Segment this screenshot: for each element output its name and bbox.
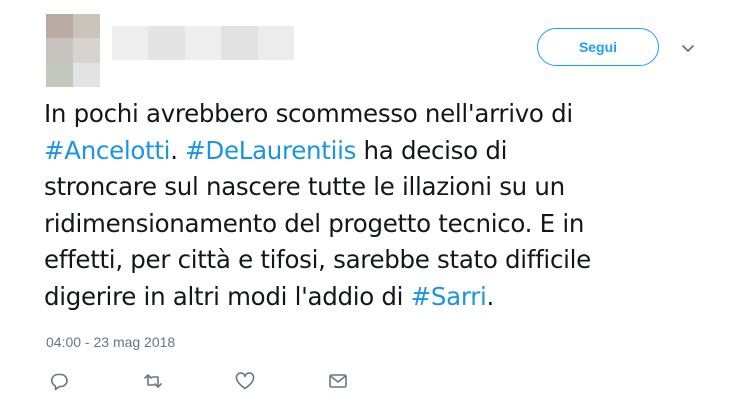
tweet-text: In pochi avrebbero scommesso nell'arrivo…	[44, 96, 714, 315]
heart-icon[interactable]	[234, 370, 256, 392]
tweet-text-segment: ha deciso di	[356, 135, 508, 165]
chevron-down-icon[interactable]	[680, 40, 696, 52]
hashtag-sarri[interactable]: #Sarri	[411, 282, 487, 311]
tweet-timestamp[interactable]: 04:00 - 23 mag 2018	[46, 334, 175, 350]
retweet-icon[interactable]	[142, 370, 164, 392]
envelope-icon[interactable]	[327, 370, 349, 392]
tweet-line: effetti, per città e tifosi, sarebbe sta…	[44, 245, 591, 274]
reply-icon[interactable]	[48, 370, 70, 392]
tweet-line: digerire in altri modi l'addio di #Sarri…	[44, 279, 714, 316]
tweet-text-segment: .	[486, 281, 495, 311]
tweet-line: #Ancelotti. #DeLaurentiis ha deciso di	[44, 133, 714, 170]
tweet-line: In pochi avrebbero scommesso nell'arrivo…	[44, 99, 573, 128]
tweet-text-segment: digerire in altri modi l'addio di	[44, 281, 411, 311]
tweet-text-segment: .	[170, 135, 186, 165]
tweet-line: ridimensionamento del progetto tecnico. …	[44, 208, 585, 238]
tweet-line: stroncare sul nascere tutte le illazioni…	[44, 172, 565, 201]
follow-button[interactable]: Segui	[537, 28, 659, 66]
hashtag-delaurentiis[interactable]: #DeLaurentiis	[185, 136, 356, 165]
hashtag-ancelotti[interactable]: #Ancelotti	[44, 136, 170, 165]
author-name-redacted	[112, 26, 295, 60]
tweet-actions	[0, 370, 736, 396]
avatar[interactable]	[46, 14, 100, 87]
